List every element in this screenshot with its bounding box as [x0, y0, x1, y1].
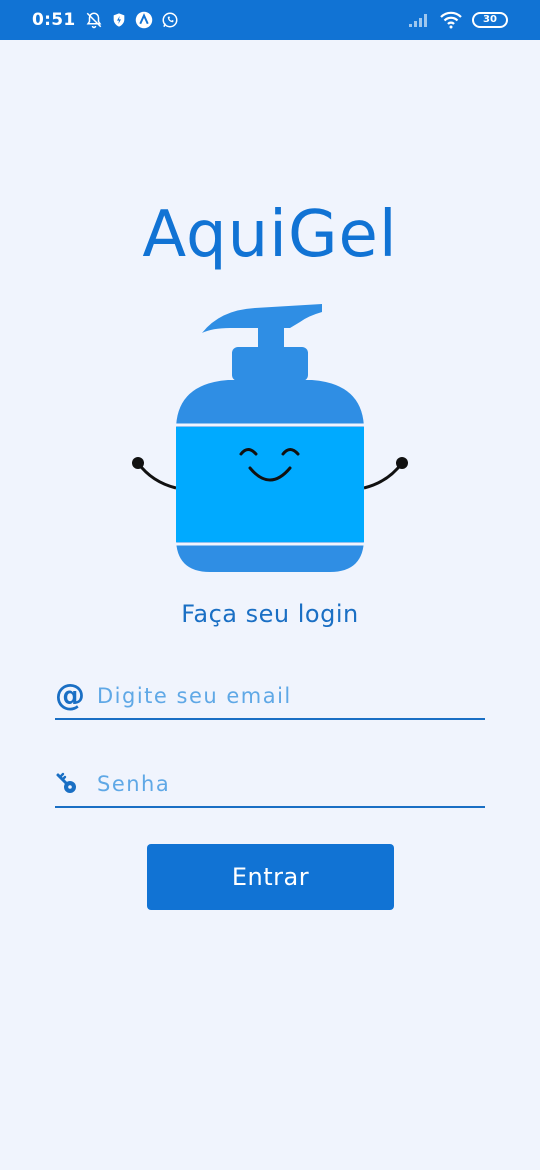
email-field: @: [55, 674, 485, 720]
whatsapp-icon: [162, 12, 178, 28]
bell-off-icon: [87, 12, 102, 29]
email-input[interactable]: [97, 676, 485, 716]
app-title: AquiGel: [142, 198, 398, 272]
status-bar: 0:51 30: [0, 0, 540, 40]
key-icon: [55, 772, 97, 796]
notification-icons: [85, 11, 179, 29]
password-input[interactable]: [97, 764, 485, 804]
status-left: 0:51: [32, 10, 179, 30]
wifi-icon: [440, 11, 462, 29]
status-right: 30: [408, 11, 508, 29]
password-field: [55, 762, 485, 808]
login-button[interactable]: Entrar: [147, 844, 394, 910]
login-subtitle: Faça seu login: [181, 600, 359, 628]
at-icon: @: [55, 678, 85, 713]
shield-icon: [114, 13, 125, 27]
vpn-icon: [136, 11, 153, 29]
status-time: 0:51: [32, 10, 76, 30]
battery-level: 30: [483, 14, 497, 25]
signal-icon: [409, 14, 427, 27]
battery-icon: 30: [472, 12, 508, 28]
soap-bottle-mascot-icon: [132, 304, 408, 572]
